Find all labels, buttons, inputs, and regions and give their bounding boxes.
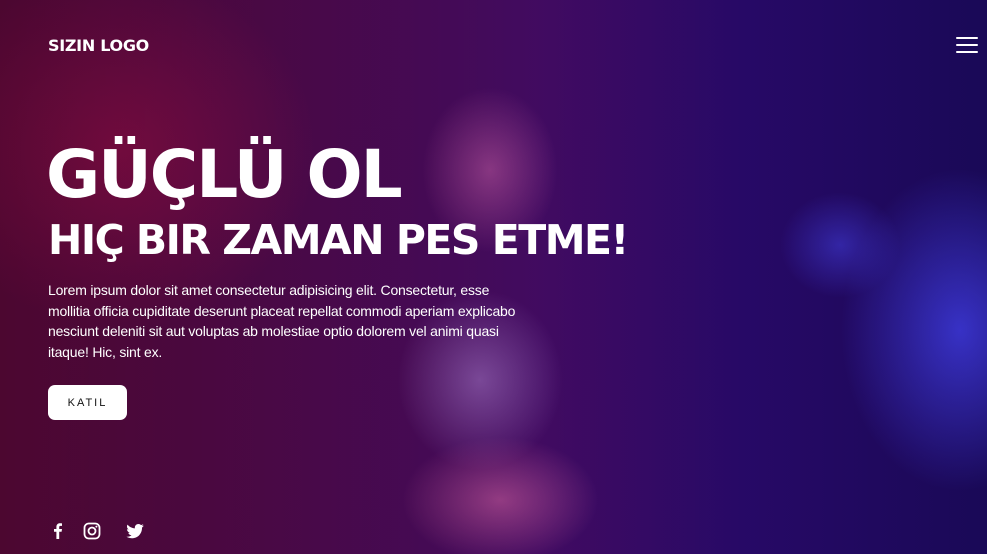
hero-description: Lorem ipsum dolor sit amet consectetur a… (48, 282, 516, 360)
facebook-icon[interactable] (48, 521, 68, 541)
hero-overlay (0, 0, 987, 554)
hero-subheadline: HIÇ BIR ZAMAN PES ETME! (48, 216, 629, 264)
hero-section: SIZIN LOGO GÜÇLÜ OL HIÇ BIR ZAMAN PES ET… (0, 0, 987, 554)
hamburger-menu-icon[interactable] (956, 37, 978, 53)
site-logo[interactable]: SIZIN LOGO (48, 36, 149, 55)
twitter-icon[interactable] (125, 521, 145, 541)
instagram-icon[interactable] (82, 521, 102, 541)
hero-headline: GÜÇLÜ OL (46, 136, 403, 213)
join-button[interactable]: KATIL (48, 385, 127, 420)
